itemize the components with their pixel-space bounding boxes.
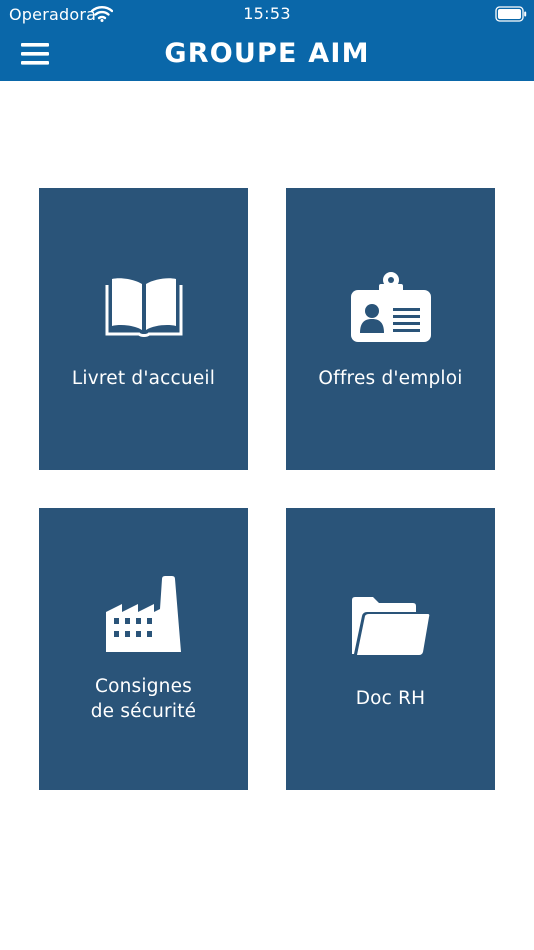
tile-livret-accueil[interactable]: Livret d'accueil <box>39 188 248 470</box>
factory-icon <box>39 574 248 658</box>
status-time: 15:53 <box>243 4 291 23</box>
folder-icon <box>286 596 495 662</box>
tile-label: Consignes de sécurité <box>39 674 248 724</box>
home-menu-grid: Livret d'accueil Offres d'emploi Consign… <box>39 188 495 790</box>
battery-icon <box>495 6 527 22</box>
open-book-icon <box>39 274 248 344</box>
tile-label: Offres d'emploi <box>318 368 463 389</box>
tile-offres-emploi[interactable]: Offres d'emploi <box>286 188 495 470</box>
tile-doc-rh[interactable]: Doc RH <box>286 508 495 790</box>
tile-label: Doc RH <box>355 688 426 709</box>
tile-label-line-1: Consignes <box>94 676 193 697</box>
tile-label-line-2: de sécurité <box>90 701 197 722</box>
app-header: Operadora 15:53 GROUPE AIM <box>0 0 534 81</box>
tile-label: Livret d'accueil <box>71 368 216 389</box>
id-badge-icon <box>286 272 495 348</box>
app-title: GROUPE AIM <box>164 38 370 69</box>
tile-consignes-securite[interactable]: Consignes de sécurité <box>39 508 248 790</box>
status-bar: Operadora 15:53 <box>0 0 534 28</box>
